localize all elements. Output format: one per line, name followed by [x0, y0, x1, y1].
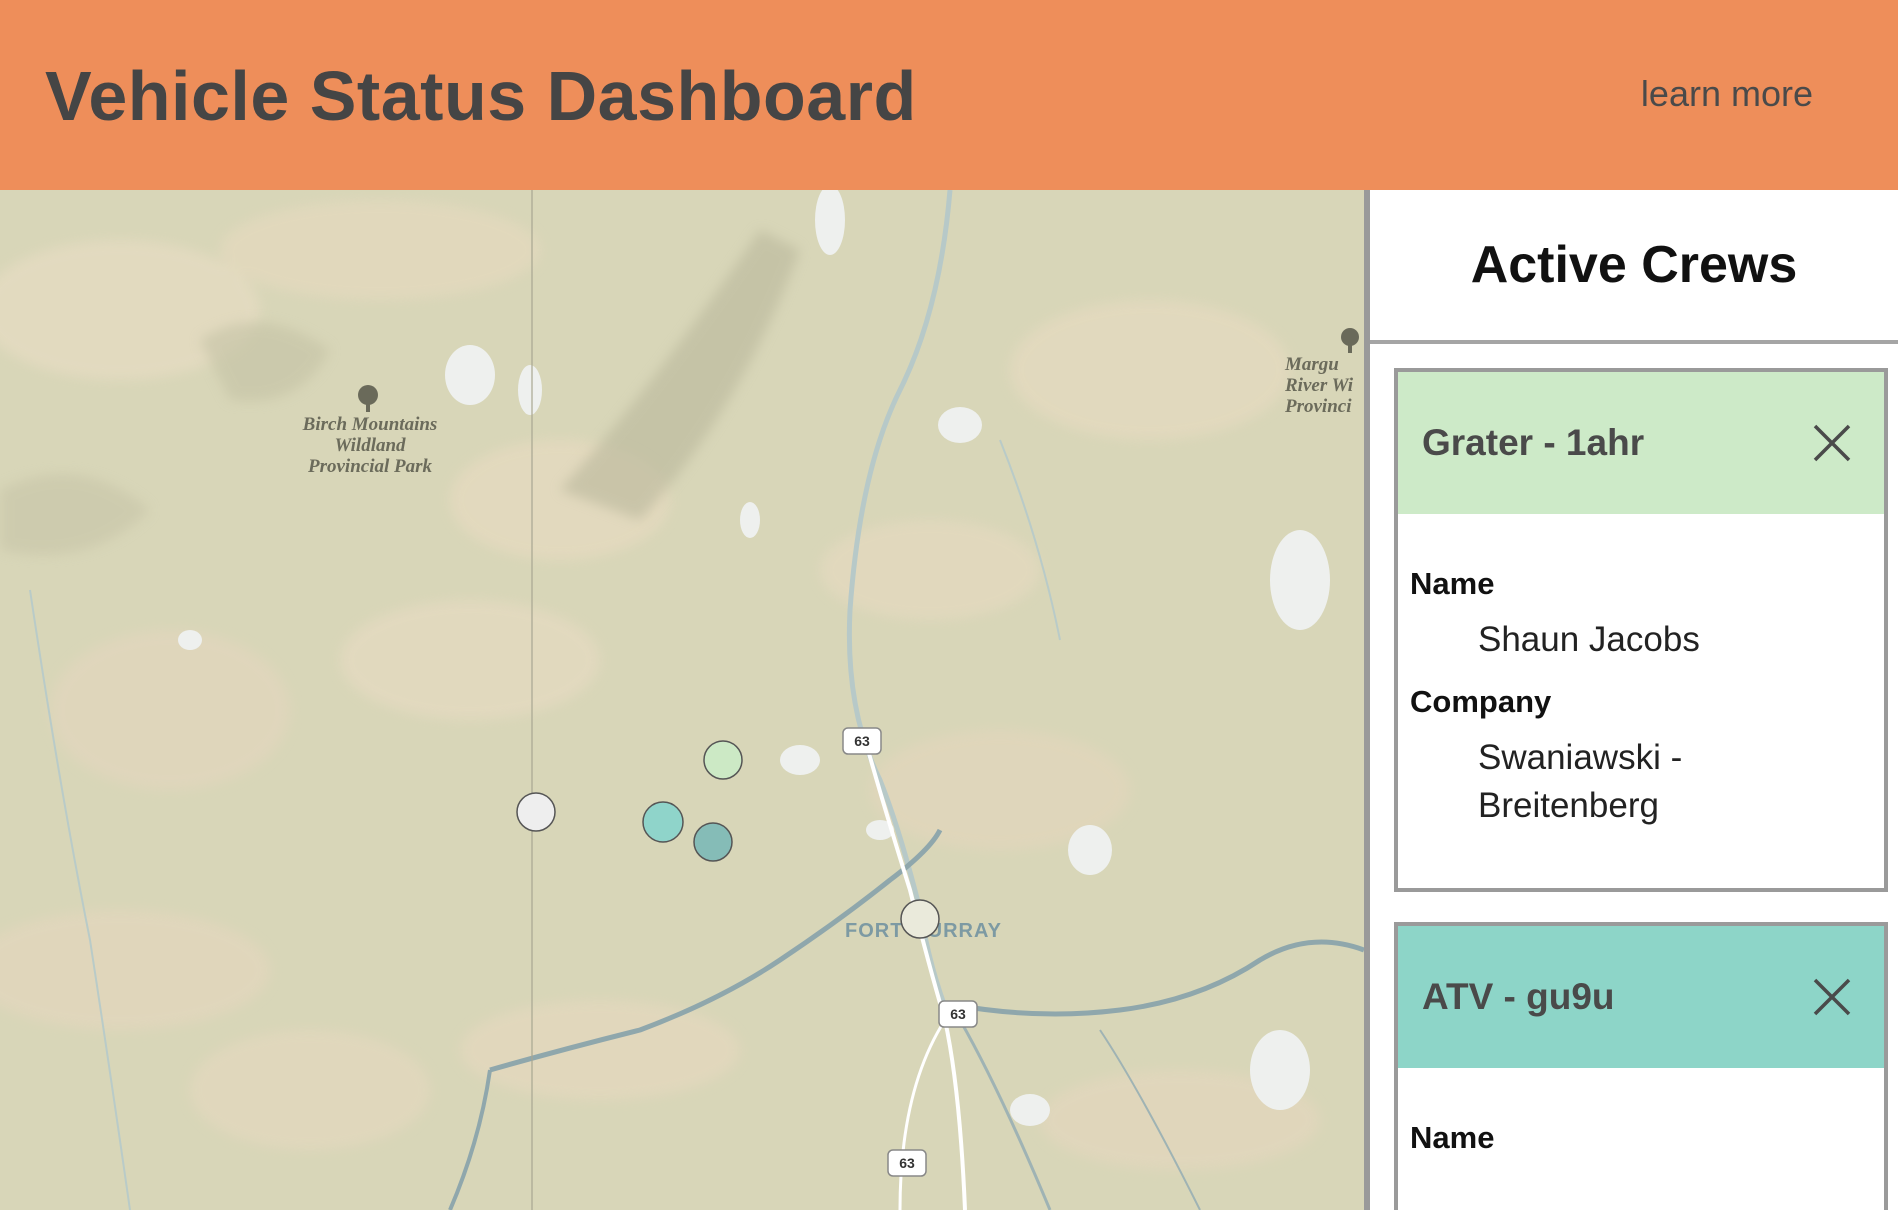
vehicle-marker[interactable] — [693, 822, 733, 862]
close-icon[interactable] — [1810, 975, 1854, 1019]
svg-text:63: 63 — [950, 1006, 966, 1022]
crew-label: ATV - gu9u — [1422, 976, 1615, 1017]
close-icon[interactable] — [1810, 421, 1854, 465]
name-value: Shaun Jacobs — [1478, 620, 1700, 659]
map-label-birch-1: Birch Mountains — [302, 414, 438, 435]
highway-shield: 63 — [842, 727, 882, 755]
map-view[interactable]: Birch Mountains Wildland Provincial Park… — [0, 190, 1364, 1210]
app-header: Vehicle Status Dashboard learn more — [0, 0, 1898, 190]
map-label-birch-3: Provincial Park — [307, 456, 433, 477]
vehicle-marker[interactable] — [900, 899, 940, 939]
crew-details: Name Shaun Jacobs Company Swaniawski - B… — [1398, 514, 1884, 830]
map-label-marg-2: River Wi — [1284, 375, 1354, 396]
panel-title-divider — [1370, 340, 1898, 344]
map-label-marg-3: Provinci — [1284, 396, 1352, 417]
svg-text:63: 63 — [899, 1155, 915, 1171]
svg-text:63: 63 — [854, 733, 870, 749]
crew-card-header[interactable]: Grater - 1ahr — [1398, 372, 1884, 514]
highway-shield: 63 — [938, 1000, 978, 1028]
highway-shield: 63 — [887, 1149, 927, 1177]
map-label-birch-2: Wildland — [334, 435, 406, 456]
company-label: Company — [1410, 684, 1552, 719]
name-label: Name — [1410, 566, 1495, 601]
page-title: Vehicle Status Dashboard — [45, 57, 917, 135]
map-label-marg-1: Margu — [1284, 354, 1339, 375]
vehicle-marker[interactable] — [516, 792, 556, 832]
company-value: Swaniawski - Breitenberg — [1478, 738, 1683, 825]
vehicle-marker[interactable] — [703, 740, 743, 780]
active-crews-panel: Active Crews Grater - 1ahr Name Shaun Ja… — [1370, 190, 1898, 1210]
vehicle-marker[interactable] — [642, 801, 684, 843]
crew-details: Name — [1398, 1068, 1884, 1160]
crew-card[interactable]: Grater - 1ahr Name Shaun Jacobs Company … — [1394, 368, 1888, 892]
crew-card-header[interactable]: ATV - gu9u — [1398, 926, 1884, 1068]
name-label: Name — [1410, 1120, 1495, 1155]
map-canvas[interactable]: Birch Mountains Wildland Provincial Park… — [0, 190, 1364, 1210]
learn-more-link[interactable]: learn more — [1641, 73, 1813, 115]
crew-card[interactable]: ATV - gu9u Name — [1394, 922, 1888, 1210]
crew-label: Grater - 1ahr — [1422, 422, 1645, 463]
panel-title: Active Crews — [1470, 236, 1798, 294]
